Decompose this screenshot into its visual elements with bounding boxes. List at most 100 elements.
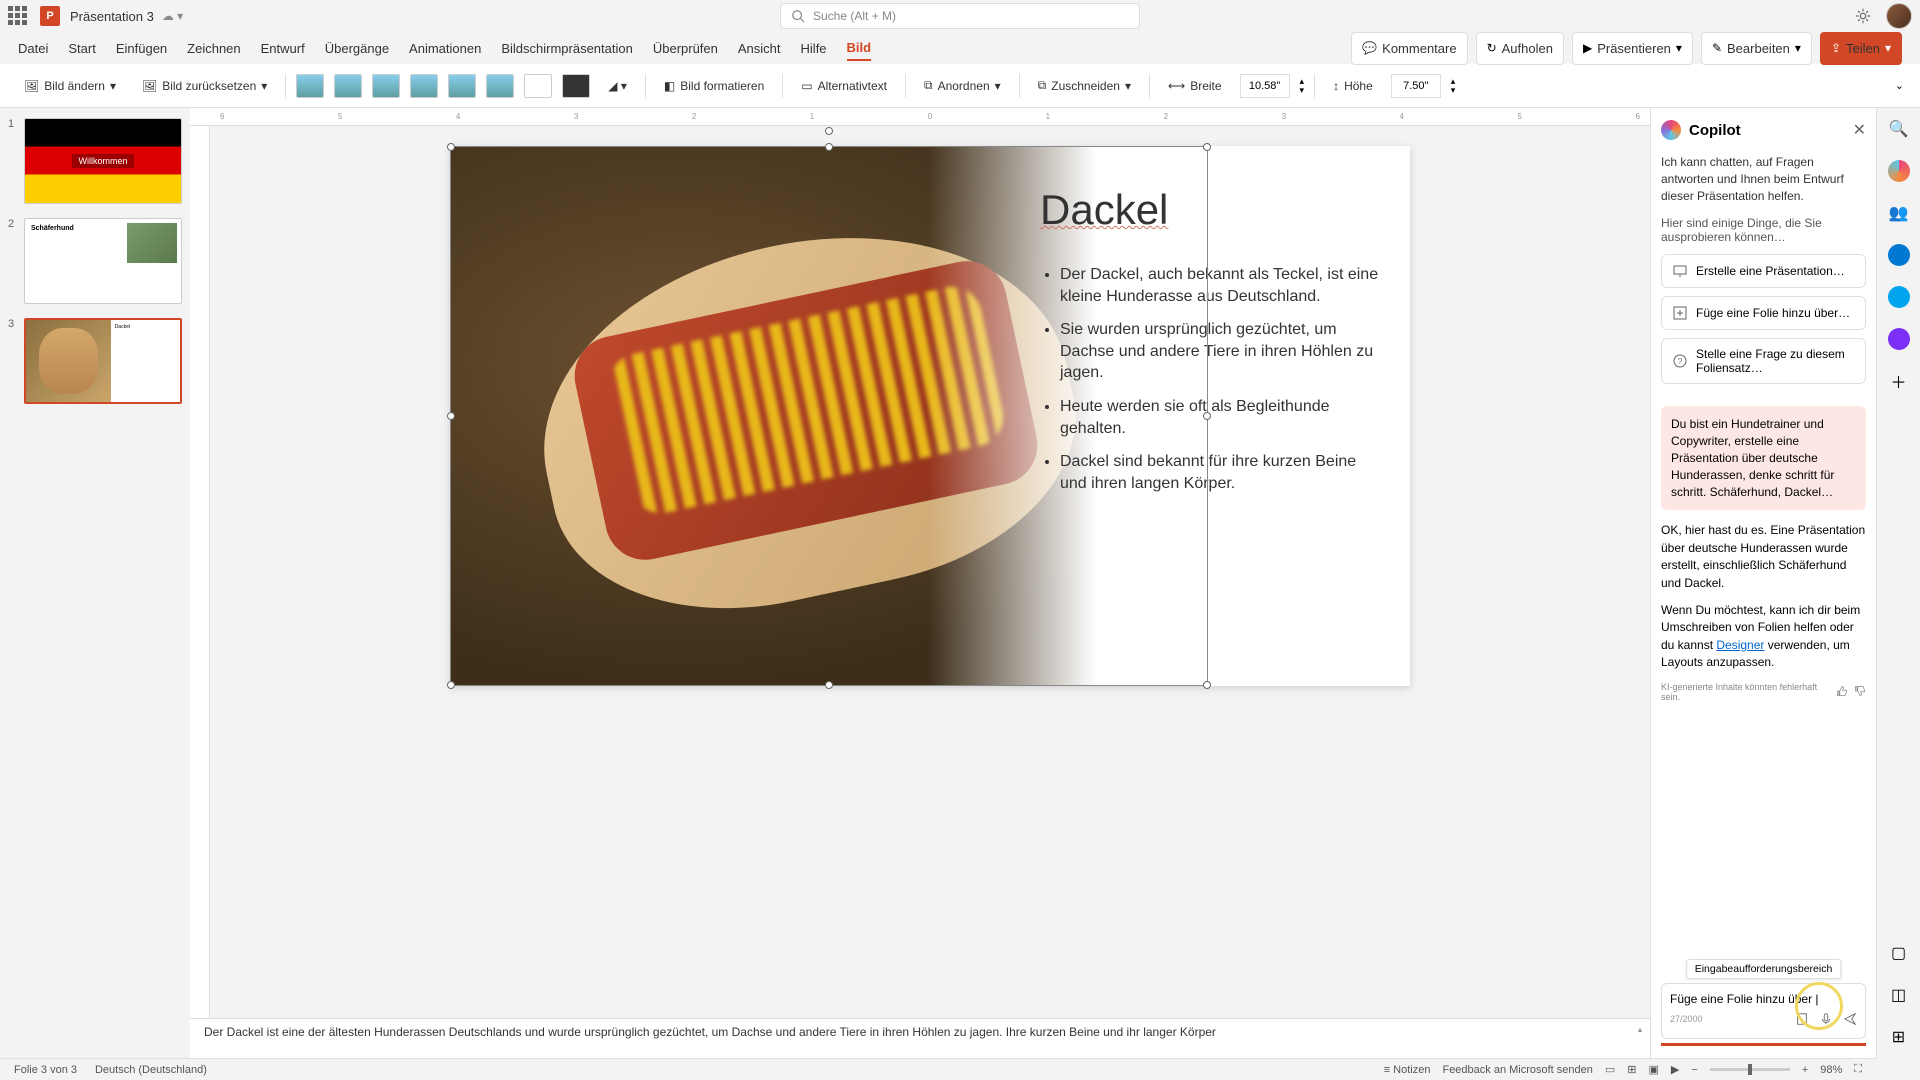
rail-panel-2-icon[interactable]: ◫ [1888, 984, 1910, 1006]
rotation-handle[interactable] [825, 127, 833, 135]
rail-add-icon[interactable]: ＋ [1888, 370, 1910, 392]
picture-style-1[interactable] [296, 74, 324, 98]
cloud-saved-icon[interactable]: ☁ ▾ [162, 9, 183, 23]
slide-canvas[interactable]: Dackel Der Dackel, auch bekannt als Teck… [450, 146, 1410, 686]
rail-panel-1-icon[interactable]: ▢ [1888, 942, 1910, 964]
feedback-link[interactable]: Feedback an Microsoft senden [1442, 1064, 1592, 1076]
height-label: ↕ Höhe [1325, 75, 1381, 97]
tab-hilfe[interactable]: Hilfe [801, 37, 827, 60]
view-reading-icon[interactable]: ▣ [1649, 1063, 1659, 1076]
user-avatar[interactable] [1886, 3, 1912, 29]
tab-animationen[interactable]: Animationen [409, 37, 481, 60]
rail-search-icon[interactable]: 🔍 [1888, 118, 1910, 140]
resize-handle-tl[interactable] [447, 143, 455, 151]
settings-icon[interactable] [1854, 7, 1872, 25]
zoom-out-button[interactable]: − [1691, 1064, 1697, 1076]
ribbon-collapse-icon[interactable]: ⌄ [1895, 79, 1904, 92]
slide-thumbnail-2[interactable]: 2 Schäferhund [8, 218, 182, 304]
change-image-button[interactable]: 🖼 Bild ändern ▾ [16, 75, 124, 97]
edit-button[interactable]: ✎ Bearbeiten ▾ [1701, 32, 1812, 65]
rail-panel-3-icon[interactable]: ⊞ [1888, 1026, 1910, 1048]
comments-button[interactable]: 💬 Kommentare [1351, 32, 1467, 65]
tab-entwurf[interactable]: Entwurf [261, 37, 305, 60]
tab-bildschirmpraesentation[interactable]: Bildschirmpräsentation [501, 37, 633, 60]
zoom-level[interactable]: 98% [1820, 1064, 1842, 1076]
arrange-button[interactable]: ⧉ Anordnen ▾ [916, 74, 1009, 97]
resize-handle-bl[interactable] [447, 681, 455, 689]
catchup-button[interactable]: ↻ Aufholen [1476, 32, 1564, 65]
copilot-suggestion-3[interactable]: ? Stelle eine Frage zu diesem Foliensatz… [1661, 338, 1866, 384]
send-icon[interactable] [1843, 1012, 1857, 1026]
rail-app-2-icon[interactable] [1888, 286, 1910, 308]
tab-datei[interactable]: Datei [18, 37, 48, 60]
view-normal-icon[interactable]: ▭ [1605, 1063, 1615, 1076]
resize-handle-bm[interactable] [825, 681, 833, 689]
tab-start[interactable]: Start [68, 37, 95, 60]
document-title[interactable]: Präsentation 3 [70, 9, 154, 24]
prompt-book-icon[interactable] [1795, 1012, 1809, 1026]
alt-text-button[interactable]: ▭ Alternativtext [793, 75, 895, 97]
image-selection-box[interactable] [450, 146, 1208, 686]
thumbs-up-button[interactable] [1836, 685, 1848, 699]
crop-button[interactable]: ⧉ Zuschneiden ▾ [1030, 74, 1139, 97]
tab-ansicht[interactable]: Ansicht [738, 37, 781, 60]
zoom-slider[interactable] [1710, 1068, 1790, 1071]
view-slideshow-icon[interactable]: ▶ [1671, 1063, 1679, 1076]
svg-text:?: ? [1678, 357, 1683, 366]
thumbs-down-button[interactable] [1854, 685, 1866, 699]
slide-counter[interactable]: Folie 3 von 3 [14, 1064, 77, 1076]
picture-style-8[interactable] [562, 74, 590, 98]
width-stepper[interactable]: ▴▾ [1300, 77, 1305, 95]
vertical-ruler [190, 126, 210, 1018]
zoom-in-button[interactable]: + [1802, 1064, 1808, 1076]
width-input[interactable] [1240, 74, 1290, 98]
picture-style-2[interactable] [334, 74, 362, 98]
designer-link[interactable]: Designer [1716, 638, 1764, 652]
search-icon [791, 9, 805, 23]
height-input[interactable] [1391, 74, 1441, 98]
copilot-input-text: Füge eine Folie hinzu über | [1670, 992, 1857, 1006]
speaker-notes[interactable]: Der Dackel ist eine der ältesten Hundera… [190, 1018, 1650, 1058]
format-image-button[interactable]: ◧ Bild formatieren [656, 75, 772, 97]
picture-style-6[interactable] [486, 74, 514, 98]
tab-bild[interactable]: Bild [847, 36, 872, 61]
slide-thumbnail-3[interactable]: 3 Dackel [8, 318, 182, 404]
notes-scroll-up-icon[interactable]: ▴ [1638, 1025, 1642, 1034]
picture-style-3[interactable] [372, 74, 400, 98]
copilot-input[interactable]: Füge eine Folie hinzu über | 27/2000 [1661, 983, 1866, 1039]
rail-app-3-icon[interactable] [1888, 328, 1910, 350]
width-label: ⟷ Breite [1160, 75, 1230, 97]
present-button[interactable]: ▶ Präsentieren ▾ [1572, 32, 1693, 65]
search-input[interactable]: Suche (Alt + M) [780, 3, 1140, 29]
reset-image-button[interactable]: 🖼 Bild zurücksetzen ▾ [134, 75, 275, 97]
resize-handle-mr[interactable] [1203, 412, 1211, 420]
rail-copilot-icon[interactable] [1888, 160, 1910, 182]
tab-ueberpruefen[interactable]: Überprüfen [653, 37, 718, 60]
picture-border-button[interactable]: ◢ ▾ [600, 75, 635, 97]
rail-app-1-icon[interactable] [1888, 244, 1910, 266]
resize-handle-ml[interactable] [447, 412, 455, 420]
tab-einfuegen[interactable]: Einfügen [116, 37, 167, 60]
microphone-icon[interactable] [1819, 1012, 1833, 1026]
copilot-suggestion-1[interactable]: Erstelle eine Präsentation… [1661, 254, 1866, 288]
notes-toggle[interactable]: ≡ Notizen [1384, 1064, 1431, 1076]
tab-uebergaenge[interactable]: Übergänge [325, 37, 389, 60]
resize-handle-tm[interactable] [825, 143, 833, 151]
rail-people-icon[interactable]: 👥 [1888, 202, 1910, 224]
app-launcher-icon[interactable] [8, 6, 28, 26]
picture-style-4[interactable] [410, 74, 438, 98]
fit-to-window-icon[interactable]: ⛶ [1854, 1063, 1862, 1076]
view-sorter-icon[interactable]: ⊞ [1627, 1063, 1636, 1076]
share-button[interactable]: ⇪ Teilen ▾ [1820, 32, 1902, 65]
copilot-close-button[interactable]: ✕ [1853, 120, 1866, 140]
copilot-suggestion-2[interactable]: Füge eine Folie hinzu über… [1661, 296, 1866, 330]
tab-zeichnen[interactable]: Zeichnen [187, 37, 240, 60]
picture-style-5[interactable] [448, 74, 476, 98]
canvas-area: 6543210123456 Dackel Der Dackel, auc [190, 108, 1650, 1058]
height-stepper[interactable]: ▴▾ [1451, 77, 1456, 95]
slide-thumbnail-1[interactable]: 1 Willkommen [8, 118, 182, 204]
resize-handle-br[interactable] [1203, 681, 1211, 689]
picture-style-7[interactable] [524, 74, 552, 98]
resize-handle-tr[interactable] [1203, 143, 1211, 151]
language-indicator[interactable]: Deutsch (Deutschland) [95, 1064, 207, 1076]
